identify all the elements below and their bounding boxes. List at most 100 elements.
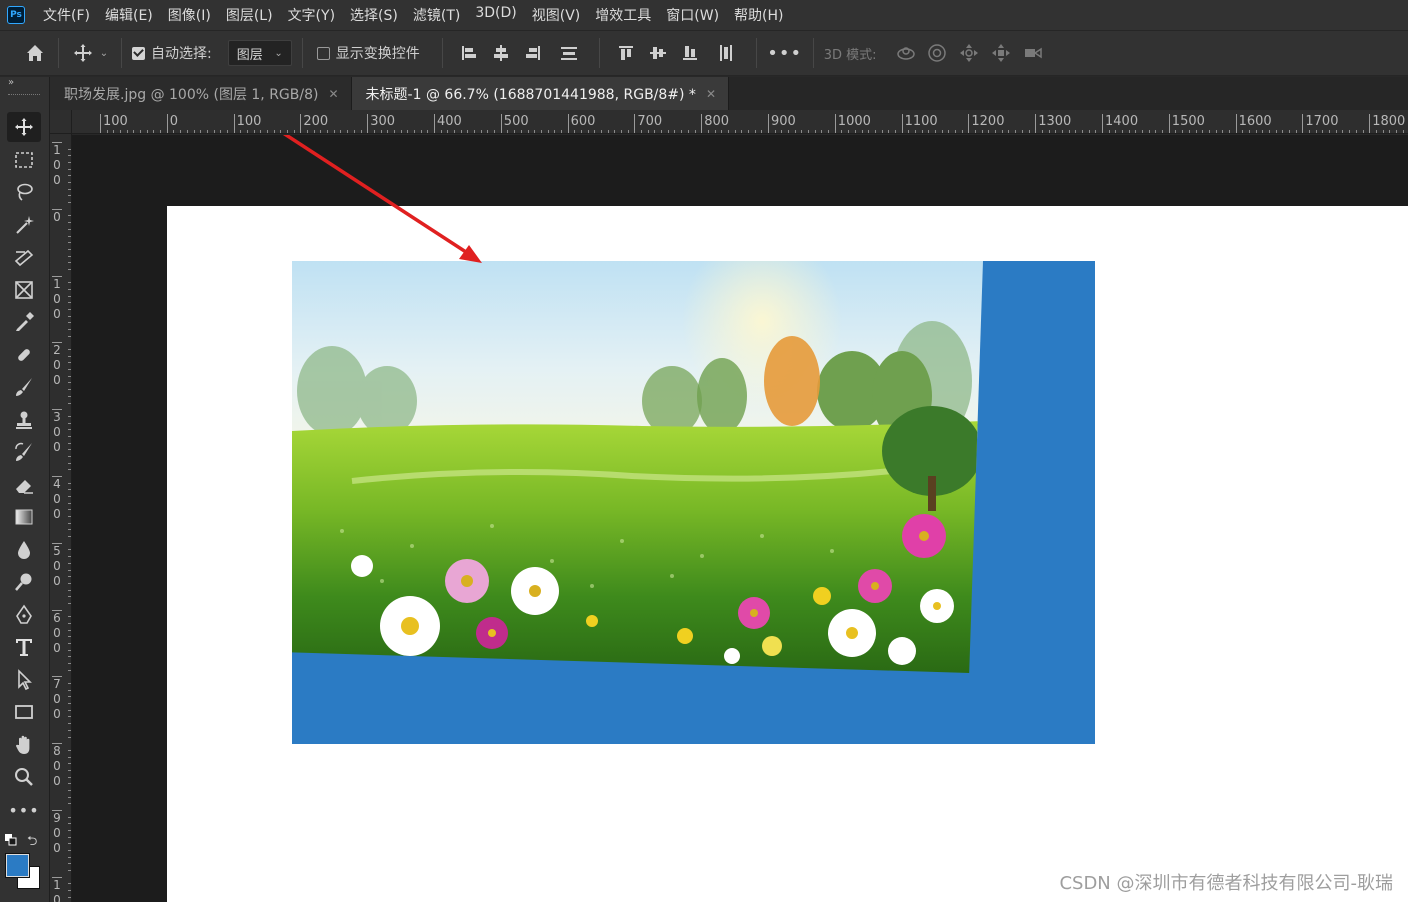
ruler-minor-tick bbox=[447, 130, 449, 133]
align-bottom-edges-icon[interactable] bbox=[674, 43, 706, 63]
pen-tool-icon[interactable] bbox=[7, 600, 41, 630]
ruler-origin[interactable] bbox=[50, 110, 72, 134]
more-options-icon[interactable]: ••• bbox=[767, 43, 803, 64]
ruler-minor-tick bbox=[68, 335, 71, 337]
history-brush-tool-icon[interactable] bbox=[7, 437, 41, 467]
menu-item[interactable]: 图像(I) bbox=[168, 5, 211, 25]
ruler-minor-tick bbox=[761, 130, 763, 133]
auto-select-dropdown[interactable]: 图层 ⌄ bbox=[227, 40, 292, 66]
ruler-tick-label: 7 0 0 bbox=[52, 676, 62, 722]
show-transform-checkbox[interactable] bbox=[316, 46, 330, 60]
home-icon[interactable] bbox=[22, 42, 48, 64]
clone-stamp-tool-icon[interactable] bbox=[7, 405, 41, 435]
distribute-vertical-icon[interactable] bbox=[549, 43, 589, 63]
close-icon[interactable]: ✕ bbox=[328, 87, 338, 101]
frame-tool-icon[interactable] bbox=[7, 275, 41, 305]
scale-3d-icon[interactable] bbox=[1017, 42, 1049, 64]
crop-slice-tool-icon[interactable] bbox=[7, 242, 41, 272]
ruler-minor-tick bbox=[828, 130, 830, 133]
ruler-minor-tick bbox=[68, 489, 71, 491]
align-horizontal-centers-icon[interactable] bbox=[485, 43, 517, 63]
ruler-minor-tick bbox=[68, 643, 71, 644]
ruler-minor-tick bbox=[935, 130, 936, 133]
tab-document-2[interactable]: 未标题-1 @ 66.7% (1688701441988, RGB/8#) * … bbox=[351, 77, 729, 110]
ruler-minor-tick bbox=[68, 522, 71, 524]
menu-item[interactable]: 滤镜(T) bbox=[413, 5, 460, 25]
zoom-tool-icon[interactable] bbox=[7, 762, 41, 792]
ruler-minor-tick bbox=[68, 850, 71, 852]
ruler-minor-tick bbox=[68, 763, 71, 765]
align-vertical-centers-icon[interactable] bbox=[642, 43, 674, 63]
ruler-tick-label: 1200 bbox=[968, 114, 1004, 133]
eyedropper-tool-icon[interactable] bbox=[7, 307, 41, 337]
ruler-minor-tick bbox=[1015, 130, 1017, 133]
foreground-color-swatch[interactable] bbox=[5, 853, 30, 878]
roll-3d-icon[interactable] bbox=[921, 42, 953, 64]
type-tool-icon[interactable] bbox=[7, 632, 41, 662]
ruler-minor-tick bbox=[727, 130, 729, 133]
ruler-minor-tick bbox=[68, 562, 71, 564]
default-colors-icon[interactable] bbox=[5, 834, 17, 846]
ruler-minor-tick bbox=[1215, 130, 1217, 133]
ruler-minor-tick bbox=[68, 576, 71, 578]
pan-3d-icon[interactable] bbox=[953, 42, 985, 64]
menu-item[interactable]: 文件(F) bbox=[43, 5, 90, 25]
swap-colors-icon[interactable]: ⮌ bbox=[27, 832, 37, 854]
ruler-minor-tick bbox=[881, 130, 883, 133]
menu-item[interactable]: 选择(S) bbox=[350, 5, 398, 25]
auto-select-checkbox[interactable] bbox=[132, 46, 145, 60]
slide-3d-icon[interactable] bbox=[985, 42, 1017, 64]
menu-item[interactable]: 3D(D) bbox=[475, 5, 516, 25]
menu-item[interactable]: 图层(L) bbox=[226, 5, 273, 25]
ruler-minor-tick bbox=[921, 130, 923, 133]
marquee-tool-icon[interactable] bbox=[7, 145, 41, 175]
hand-tool-icon[interactable] bbox=[7, 730, 41, 760]
canvas-workspace[interactable]: CSDN @深圳市有德者科技有限公司-耿瑞 bbox=[72, 135, 1408, 902]
ruler-minor-tick bbox=[68, 536, 71, 538]
align-left-edges-icon[interactable] bbox=[453, 43, 485, 63]
move-tool-preset-icon[interactable] bbox=[69, 42, 97, 64]
ruler-minor-tick bbox=[68, 462, 71, 464]
ruler-minor-tick bbox=[293, 130, 295, 133]
rectangle-tool-icon[interactable] bbox=[7, 697, 41, 727]
ruler-minor-tick bbox=[68, 816, 71, 818]
menu-item[interactable]: 文字(Y) bbox=[288, 5, 335, 25]
panel-grip[interactable] bbox=[8, 94, 40, 97]
ruler-tick-label: 3 0 0 bbox=[52, 409, 62, 455]
distribute-horizontal-icon[interactable] bbox=[706, 43, 746, 63]
menu-item[interactable]: 编辑(E) bbox=[105, 5, 153, 25]
menu-item[interactable]: 视图(V) bbox=[532, 5, 581, 25]
move-tool-icon[interactable] bbox=[7, 112, 41, 142]
brush-tool-icon[interactable] bbox=[7, 372, 41, 402]
ruler-minor-tick bbox=[68, 295, 71, 297]
ruler-minor-tick bbox=[68, 355, 71, 357]
menu-item[interactable]: 帮助(H) bbox=[734, 5, 783, 25]
collapse-panel-icon[interactable]: » bbox=[8, 77, 14, 88]
ruler-minor-tick bbox=[253, 130, 255, 133]
blur-tool-icon[interactable] bbox=[7, 535, 41, 565]
menu-item[interactable]: 增效工具 bbox=[595, 5, 651, 25]
ruler-minor-tick bbox=[520, 130, 522, 133]
dodge-tool-icon[interactable] bbox=[7, 567, 41, 597]
chevron-down-icon[interactable]: ⌄ bbox=[97, 48, 111, 59]
healing-brush-tool-icon[interactable] bbox=[7, 340, 41, 370]
align-right-edges-icon[interactable] bbox=[517, 43, 549, 63]
menu-item[interactable]: 窗口(W) bbox=[666, 5, 719, 25]
ruler-minor-tick bbox=[554, 130, 556, 133]
orbit-3d-icon[interactable] bbox=[891, 42, 921, 64]
magic-wand-tool-icon[interactable] bbox=[7, 210, 41, 240]
lasso-tool-icon[interactable] bbox=[7, 177, 41, 207]
ruler-minor-tick bbox=[1222, 130, 1224, 133]
gradient-tool-icon[interactable] bbox=[7, 502, 41, 532]
tab-document-1[interactable]: 职场发展.jpg @ 100% (图层 1, RGB/8) ✕ bbox=[50, 77, 352, 110]
ruler-minor-tick bbox=[68, 716, 71, 718]
path-selection-tool-icon[interactable] bbox=[7, 665, 41, 695]
align-top-edges-icon[interactable] bbox=[610, 43, 642, 63]
edit-toolbar-icon[interactable]: ••• bbox=[7, 795, 41, 825]
eraser-tool-icon[interactable] bbox=[7, 470, 41, 500]
vertical-ruler[interactable]: 1 0 0 0 1 0 0 2 0 0 3 0 0 4 0 0 5 0 0 6 0 0 7 0 … bbox=[50, 134, 72, 902]
ruler-minor-tick bbox=[681, 130, 683, 133]
close-icon[interactable]: ✕ bbox=[706, 87, 716, 101]
horizontal-ruler[interactable]: 100 0 100 200 300 400 500 600 700 800 900 1000 1100 1… bbox=[72, 110, 1408, 134]
ruler-minor-tick bbox=[68, 896, 71, 898]
